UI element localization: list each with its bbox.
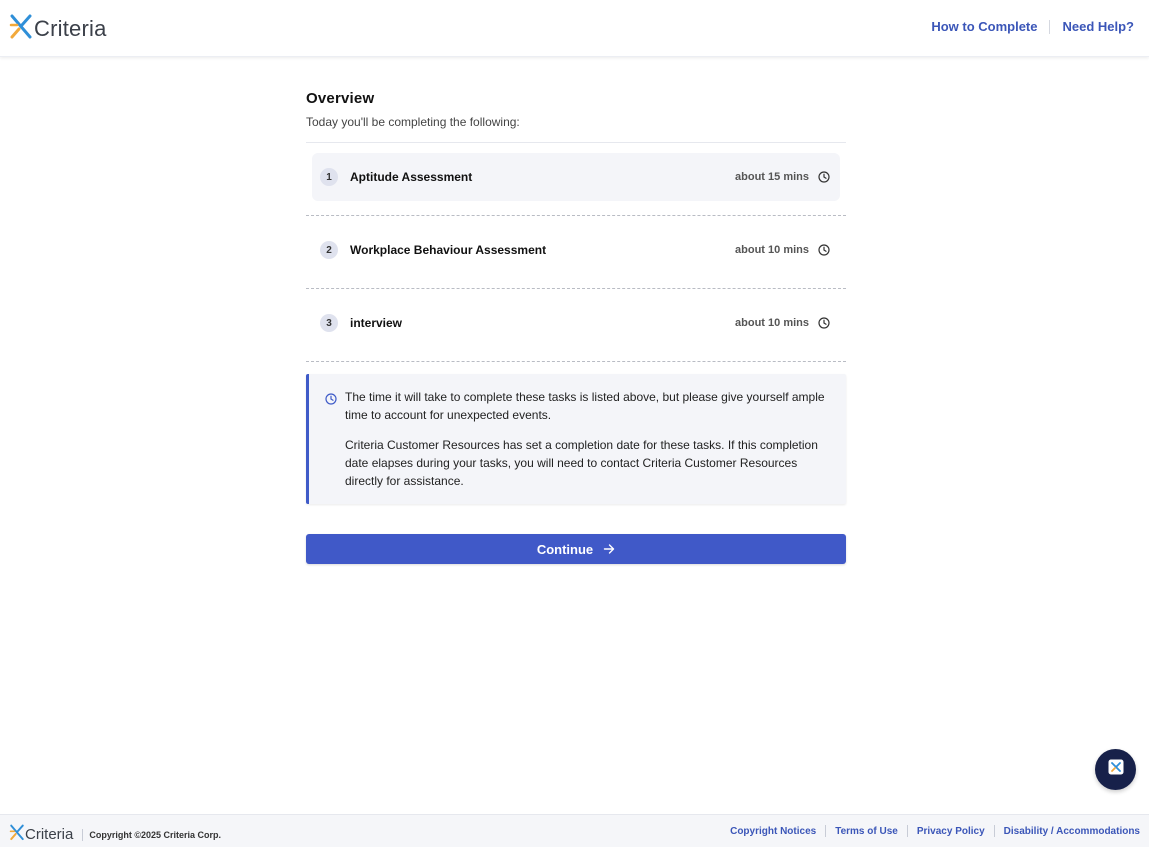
- chat-icon: [1107, 758, 1125, 781]
- header: Criteria How to Complete Need Help?: [0, 0, 1149, 57]
- criteria-logo-icon: [9, 823, 25, 846]
- task-number-badge: 2: [320, 241, 338, 259]
- continue-button[interactable]: Continue: [306, 534, 846, 564]
- footer-link-divider: [825, 825, 827, 837]
- accommodations-link[interactable]: Disability / Accommodations: [1004, 826, 1140, 837]
- nav-divider: [1049, 19, 1051, 34]
- need-help-link[interactable]: Need Help?: [1062, 19, 1134, 34]
- task-row: 1 Aptitude Assessment about 15 mins: [312, 153, 840, 201]
- info-paragraph-deadline: Criteria Customer Resources has set a co…: [345, 438, 818, 488]
- task-row: 2 Workplace Behaviour Assessment about 1…: [312, 226, 840, 274]
- clock-icon: [818, 171, 830, 183]
- overview-section: Overview Today you'll be completing the …: [306, 90, 846, 564]
- task-duration: about 15 mins: [735, 171, 809, 183]
- footer-links: Copyright Notices Terms of Use Privacy P…: [730, 825, 1140, 837]
- task-duration: about 10 mins: [735, 244, 809, 256]
- footer-link-divider: [993, 825, 995, 837]
- task-name: Workplace Behaviour Assessment: [350, 243, 547, 257]
- terms-of-use-link[interactable]: Terms of Use: [835, 826, 898, 837]
- footer-logo: Criteria Copyright ©2025 Criteria Corp.: [9, 823, 221, 846]
- copyright-notices-link[interactable]: Copyright Notices: [730, 826, 816, 837]
- task-item-aptitude[interactable]: 1 Aptitude Assessment about 15 mins: [306, 143, 846, 216]
- arrow-right-icon: [603, 543, 615, 555]
- continue-label: Continue: [536, 541, 594, 557]
- clock-icon: [818, 244, 830, 256]
- task-number-badge: 3: [320, 314, 338, 332]
- footer: Criteria Copyright ©2025 Criteria Corp. …: [0, 814, 1149, 847]
- info-callout: The time it will take to complete these …: [306, 374, 846, 504]
- footer-logo-text: Criteria: [25, 826, 74, 843]
- logo-text: Criteria: [34, 15, 107, 41]
- task-row: 3 interview about 10 mins: [312, 299, 840, 347]
- criteria-logo[interactable]: Criteria: [9, 12, 107, 45]
- how-to-complete-link[interactable]: How to Complete: [931, 19, 1037, 34]
- task-number-badge: 1: [320, 168, 338, 186]
- task-item-interview[interactable]: 3 interview about 10 mins: [306, 289, 846, 362]
- task-name: interview: [350, 316, 403, 330]
- task-name: Aptitude Assessment: [350, 170, 473, 184]
- info-text: The time it will take to complete these …: [345, 388, 828, 490]
- info-paragraph-time: The time it will take to complete these …: [345, 390, 825, 422]
- footer-link-divider: [906, 825, 908, 837]
- clock-icon: [325, 392, 337, 410]
- footer-divider: [82, 828, 84, 841]
- page-subtitle: Today you'll be completing the following…: [306, 115, 520, 129]
- copyright-text: Copyright ©2025 Criteria Corp.: [89, 829, 222, 840]
- task-duration: about 10 mins: [735, 317, 809, 329]
- privacy-policy-link[interactable]: Privacy Policy: [917, 826, 985, 837]
- page-title: Overview: [306, 90, 375, 107]
- clock-icon: [818, 317, 830, 329]
- chat-launcher-button[interactable]: [1095, 749, 1136, 790]
- header-nav: How to Complete Need Help?: [931, 19, 1134, 34]
- task-item-workplace-behaviour[interactable]: 2 Workplace Behaviour Assessment about 1…: [306, 216, 846, 289]
- criteria-logo-icon: [9, 12, 33, 45]
